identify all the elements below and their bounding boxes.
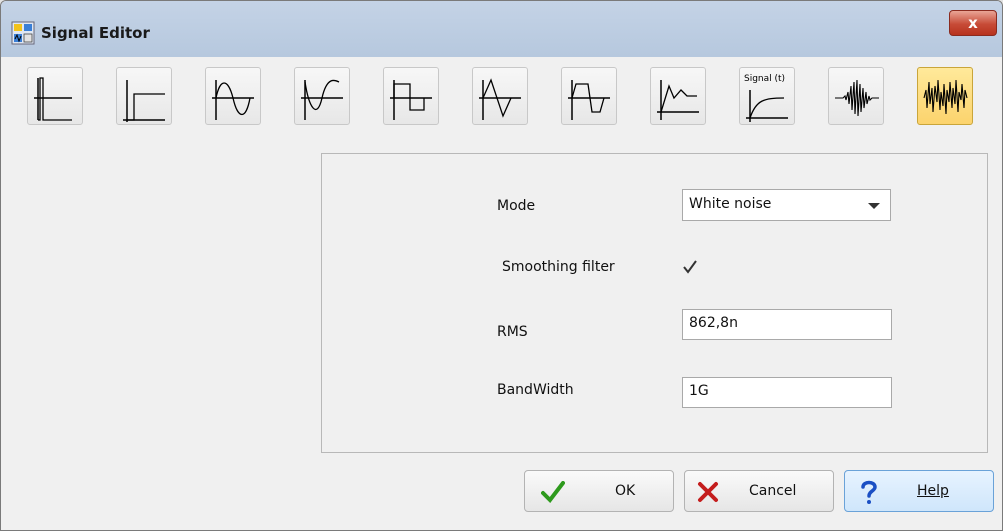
checkmark-icon xyxy=(541,481,565,503)
sawtooth-button[interactable] xyxy=(472,67,528,125)
cancel-button[interactable]: Cancel xyxy=(684,470,834,512)
square-wave-icon xyxy=(390,80,432,120)
bandwidth-input[interactable]: 1G xyxy=(682,377,892,408)
mode-value: White noise xyxy=(689,196,772,212)
ok-button[interactable]: OK xyxy=(524,470,674,512)
trapezoid-wave-button[interactable] xyxy=(561,67,617,125)
mode-select[interactable]: White noise xyxy=(682,189,891,221)
signal-editor-window: Signal Editor x Signal (t) Mode White no… xyxy=(0,0,1003,531)
help-label: Help xyxy=(917,483,949,499)
piecewise-linear-button[interactable] xyxy=(650,67,706,125)
impulse-button[interactable] xyxy=(27,67,83,125)
help-button[interactable]: Help xyxy=(844,470,994,512)
time-function-icon xyxy=(746,90,788,122)
cancel-x-icon xyxy=(698,482,718,502)
noise-button[interactable] xyxy=(917,67,973,125)
trapezoid-wave-icon xyxy=(568,80,610,120)
mode-label: Mode xyxy=(497,198,536,214)
help-question-icon xyxy=(861,480,877,504)
cancel-label: Cancel xyxy=(749,483,797,499)
bandwidth-label: BandWidth xyxy=(497,382,574,398)
wave-packet-icon xyxy=(835,79,879,117)
rms-input[interactable]: 862,8n xyxy=(682,309,892,340)
chevron-down-icon xyxy=(868,203,880,209)
window-title: Signal Editor xyxy=(41,24,150,42)
smoothing-filter-checkbox[interactable] xyxy=(682,259,698,275)
noise-icon xyxy=(923,79,968,115)
inverted-sine-button[interactable] xyxy=(294,67,350,125)
square-wave-button[interactable] xyxy=(383,67,439,125)
sine-button[interactable] xyxy=(205,67,261,125)
checkmark-icon xyxy=(683,260,697,274)
smoothing-filter-label: Smoothing filter xyxy=(502,259,615,275)
sawtooth-icon xyxy=(479,78,521,120)
close-button[interactable]: x xyxy=(949,10,997,36)
parameters-panel: Mode White noise Smoothing filter RMS 86… xyxy=(321,153,988,453)
step-icon xyxy=(123,80,165,122)
time-function-button[interactable]: Signal (t) xyxy=(739,67,795,125)
wave-packet-button[interactable] xyxy=(828,67,884,125)
client-area: Signal (t) Mode White noise Smoothing fi… xyxy=(7,57,996,524)
close-icon: x xyxy=(968,14,978,32)
rms-label: RMS xyxy=(497,324,528,340)
piecewise-linear-icon xyxy=(657,80,699,120)
step-button[interactable] xyxy=(116,67,172,125)
ok-label: OK xyxy=(615,483,636,499)
inverted-sine-icon xyxy=(301,79,343,120)
title-bar: Signal Editor x xyxy=(1,1,1002,57)
sine-icon xyxy=(212,80,254,120)
impulse-icon xyxy=(34,77,72,121)
app-icon xyxy=(11,21,35,45)
